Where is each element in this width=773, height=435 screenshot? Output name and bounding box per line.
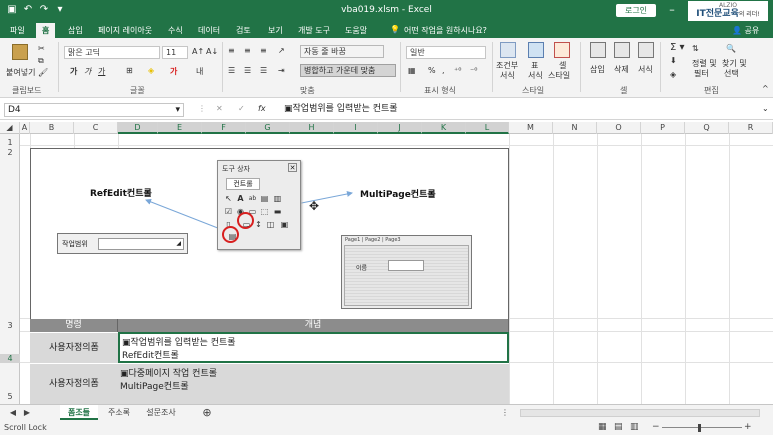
checkbox-tool-icon[interactable]: ☑ <box>224 207 233 216</box>
concept-line: RefEdit컨트롤 <box>122 351 179 361</box>
multipage-body <box>344 245 469 306</box>
refedit-sample: 작업범위 ◢ <box>57 233 188 254</box>
button-tool-icon[interactable]: ▬ <box>273 207 282 216</box>
table-cell-command[interactable]: 사용자정의폼 <box>30 332 118 363</box>
toolbox-close-icon[interactable]: ✕ <box>288 163 297 172</box>
multipage-callout: MultiPage컨트롤 <box>360 190 436 200</box>
scroll-lock-status: Scroll Lock <box>4 423 47 432</box>
sheet-tab[interactable]: 주소록 <box>100 405 138 420</box>
label-tool-icon[interactable]: A <box>236 194 245 203</box>
combobox-tool-icon[interactable]: ▤ <box>260 194 269 203</box>
table-cell-concept[interactable]: ▣다중페이지 작업 컨트롤 MultiPage컨트롤 <box>118 363 509 404</box>
page-layout-view-icon[interactable]: ▤ <box>614 422 623 432</box>
header-command[interactable]: 명령 <box>30 319 118 332</box>
toolbox-title: 도구 상자 <box>222 165 250 173</box>
next-sheet-icon[interactable]: ▶ <box>22 405 32 420</box>
listbox-tool-icon[interactable]: ▥ <box>273 194 282 203</box>
table-cell-concept-selected[interactable]: ▣작업범위를 입력받는 컨트롤 RefEdit컨트롤 <box>118 332 509 363</box>
move-cursor-icon: ✥ <box>309 199 320 213</box>
status-bar: Scroll Lock ▦ ▤ ▥ − + <box>0 420 773 435</box>
concept-table: 명령 개념 사용자정의폼 ▣작업범위를 입력받는 컨트롤 RefEdit컨트롤 … <box>30 319 509 404</box>
pointer-tool-icon[interactable]: ↖ <box>224 194 233 203</box>
table-cell-command[interactable]: 사용자정의폼 <box>30 363 118 404</box>
multipage-sample: Page1 | Page2 | Page3 이름 <box>341 235 472 309</box>
refedit-highlight-circle <box>222 226 239 243</box>
sheet-menu-icon[interactable]: ⋮ <box>500 405 510 420</box>
sheet-tabs-bar: ◀ ▶ 폼조들 주소록 설문조사 ⊕ ⋮ <box>0 404 773 420</box>
page-break-view-icon[interactable]: ▥ <box>630 422 639 432</box>
multipage-highlight-circle <box>237 212 254 229</box>
toolbox-tab-controls[interactable]: 컨트롤 <box>226 178 260 190</box>
header-concept[interactable]: 개념 <box>118 319 509 332</box>
sheet-tab[interactable]: 설문조사 <box>140 405 182 420</box>
multipage-tabs[interactable]: Page1 | Page2 | Page3 <box>345 237 401 243</box>
sheet-tab[interactable]: 폼조들 <box>60 405 98 420</box>
zoom-slider[interactable] <box>662 427 742 428</box>
add-sheet-icon[interactable]: ⊕ <box>200 405 214 420</box>
frame-tool-icon[interactable]: ⬚ <box>260 207 269 216</box>
horizontal-scrollbar[interactable] <box>520 409 760 417</box>
refedit-arrow <box>145 199 229 233</box>
concept-line: ▣다중페이지 작업 컨트롤 <box>120 369 218 379</box>
image-tool-icon[interactable]: ▣ <box>280 220 289 229</box>
multipage-name-label: 이름 <box>356 265 368 272</box>
zoom-in-icon[interactable]: + <box>744 422 752 432</box>
concept-line: MultiPage컨트롤 <box>120 382 189 392</box>
refedit-callout: RefEdit컨트롤 <box>90 189 152 199</box>
spin-tool-icon[interactable]: ◫ <box>266 220 275 229</box>
multipage-name-input[interactable] <box>388 260 424 271</box>
concept-line: ▣작업범위를 입력받는 컨트롤 <box>122 338 236 348</box>
scrollbar-tool-icon[interactable]: ↕ <box>254 220 263 229</box>
zoom-slider-thumb[interactable] <box>698 424 701 432</box>
zoom-out-icon[interactable]: − <box>652 422 660 432</box>
refedit-label: 작업범위 <box>62 240 88 248</box>
textbox-tool-icon[interactable]: ab <box>248 194 257 203</box>
normal-view-icon[interactable]: ▦ <box>598 422 607 432</box>
refedit-input[interactable]: ◢ <box>98 238 184 250</box>
prev-sheet-icon[interactable]: ◀ <box>8 405 18 420</box>
